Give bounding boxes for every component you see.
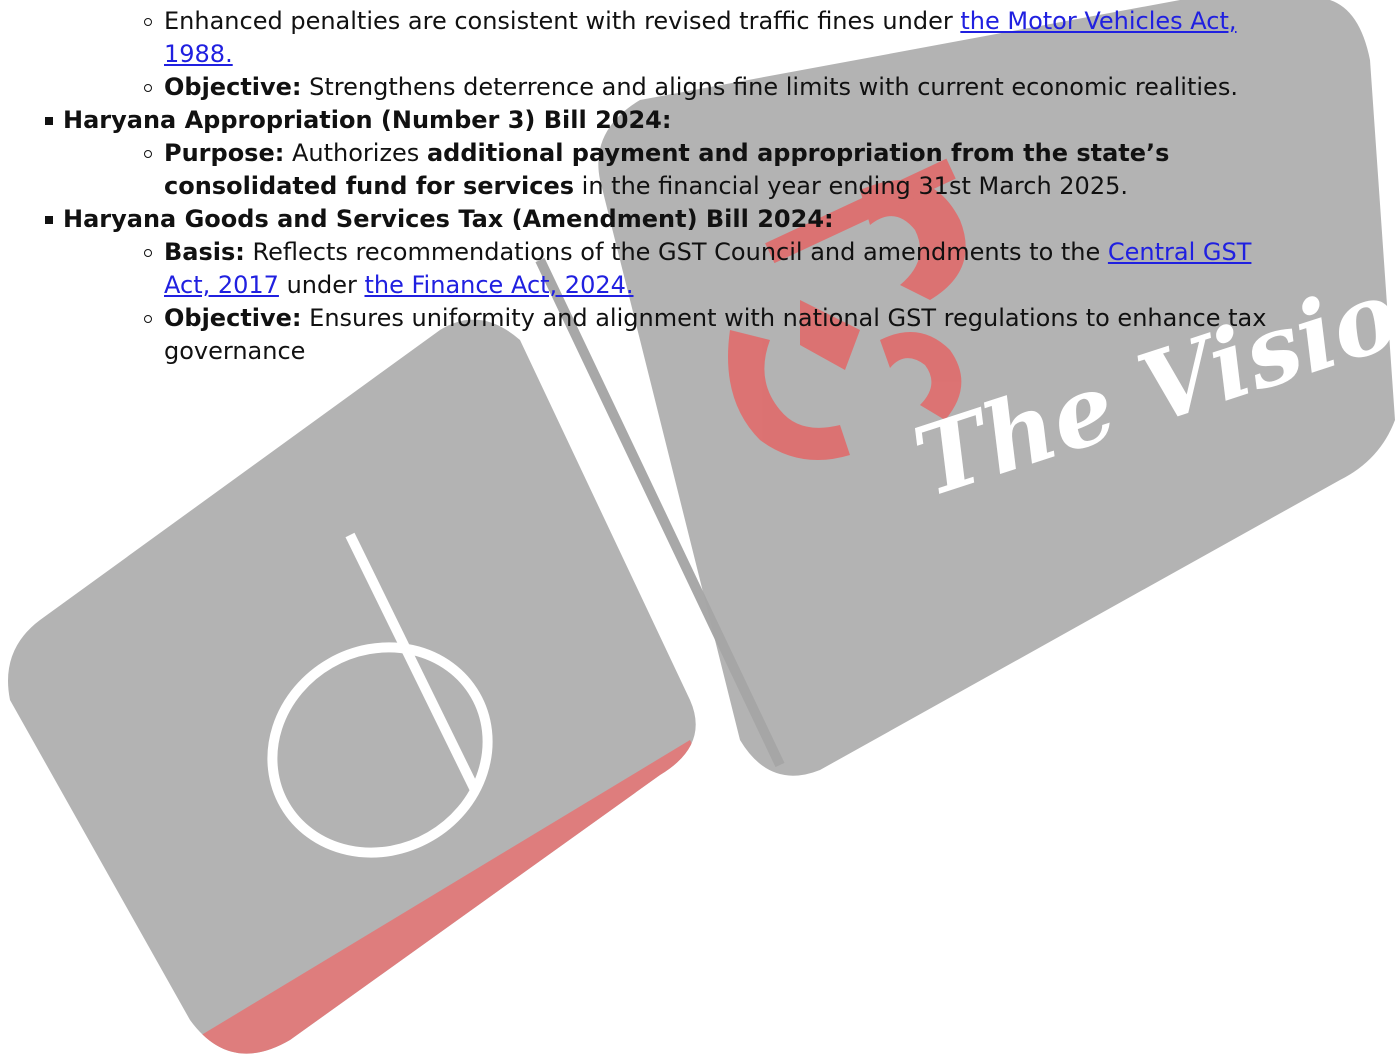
gst-objective-line-1: Objective: Ensures uniformity and alignm…	[164, 302, 1266, 334]
sub-bullet-marker	[144, 84, 152, 92]
purpose-text-2: in the financial year ending 31st March …	[574, 172, 1128, 200]
purpose-bold-text-2: consolidated fund for services	[164, 172, 575, 200]
gst-objective-label: Objective:	[164, 304, 302, 332]
central-gst-act-link-year[interactable]: Act, 2017	[164, 271, 279, 299]
basis-line-2: Act, 2017 under the Finance Act, 2024.	[164, 269, 634, 301]
motor-vehicles-act-link[interactable]: the Motor Vehicles Act,	[960, 7, 1236, 35]
bullet-marker	[45, 117, 53, 125]
sub-bullet-marker	[144, 249, 152, 257]
objective-text: Strengthens deterrence and aligns fine l…	[301, 73, 1238, 101]
sub-bullet-marker	[144, 315, 152, 323]
motor-penalty-line: Enhanced penalties are consistent with r…	[164, 5, 1237, 37]
document-page: The Vision Enhanced penalties are consis…	[0, 0, 1400, 1059]
purpose-line-1: Purpose: Authorizes additional payment a…	[164, 137, 1169, 169]
purpose-text: Authorizes	[284, 139, 427, 167]
basis-label: Basis:	[164, 238, 245, 266]
bullet-marker	[45, 216, 53, 224]
motor-penalty-line-2: 1988.	[164, 38, 233, 70]
gst-objective-text: Ensures uniformity and alignment with na…	[301, 304, 1267, 332]
purpose-bold-text: additional payment and appropriation fro…	[426, 139, 1170, 167]
finance-act-link[interactable]: the Finance Act, 2024.	[364, 271, 633, 299]
central-gst-act-link[interactable]: Central GST	[1108, 238, 1252, 266]
basis-text: Reflects recommendations of the GST Coun…	[244, 238, 1108, 266]
motor-vehicles-act-link-year[interactable]: 1988.	[164, 40, 233, 68]
basis-line-1: Basis: Reflects recommendations of the G…	[164, 236, 1251, 268]
basis-under-text: under	[278, 271, 365, 299]
sub-bullet-marker	[144, 150, 152, 158]
purpose-label: Purpose:	[164, 139, 285, 167]
objective-line-1: Objective: Strengthens deterrence and al…	[164, 71, 1238, 103]
appropriation-bill-title: Haryana Appropriation (Number 3) Bill 20…	[63, 106, 672, 134]
objective-label: Objective:	[164, 73, 302, 101]
purpose-line-2: consolidated fund for services in the fi…	[164, 170, 1128, 202]
gst-objective-line-2: governance	[164, 337, 306, 365]
sub-bullet-marker	[144, 18, 152, 26]
gst-bill-title: Haryana Goods and Services Tax (Amendmen…	[63, 205, 834, 233]
motor-penalty-text: Enhanced penalties are consistent with r…	[164, 7, 961, 35]
